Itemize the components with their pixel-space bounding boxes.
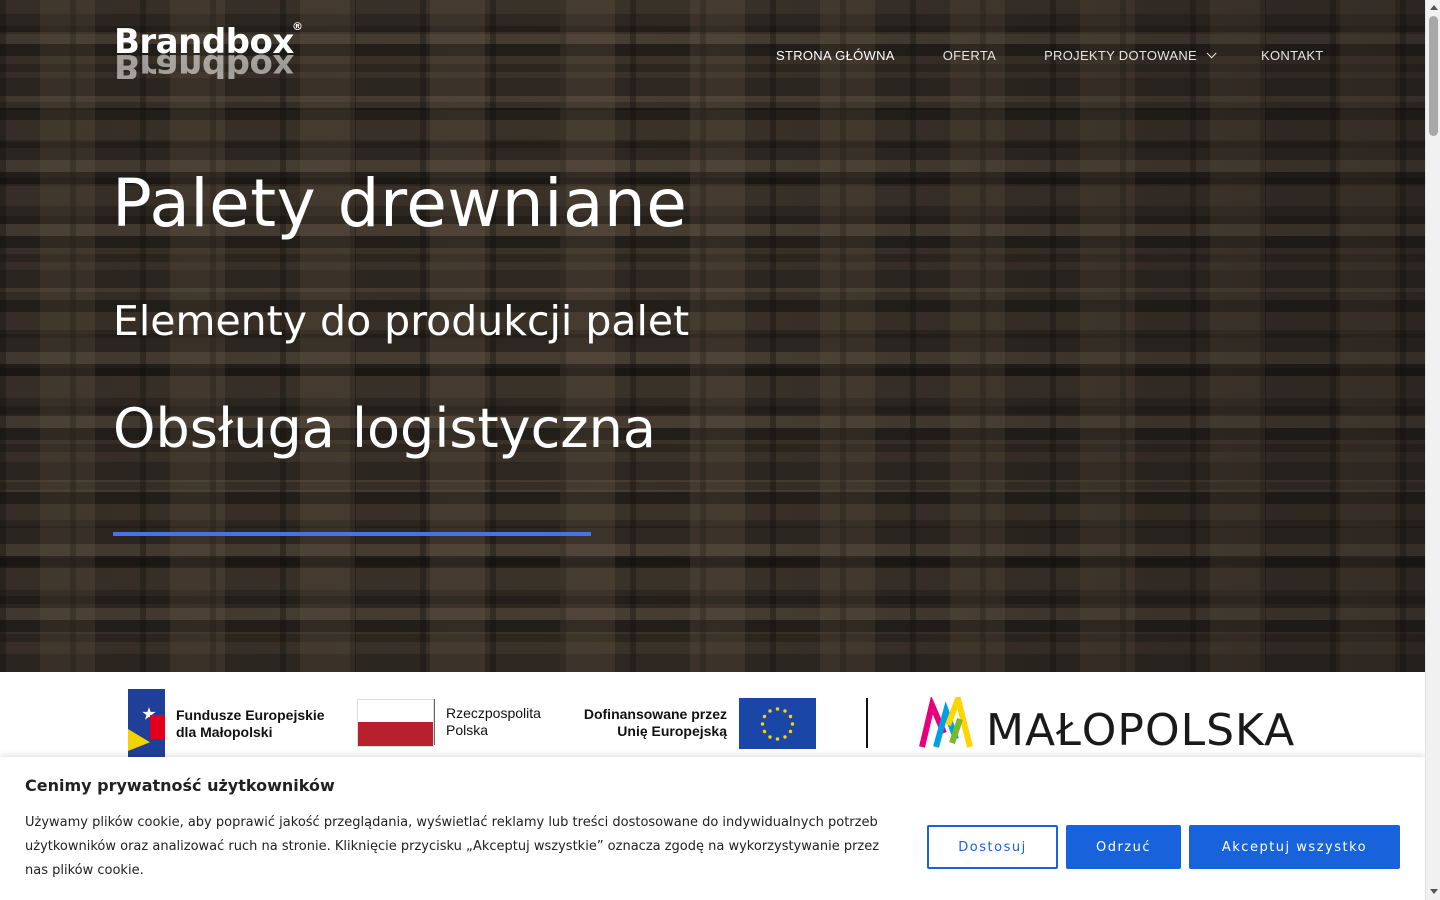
hero-subheading-2: Obsługa logistyczna [113, 397, 656, 460]
scrollbar-thumb[interactable] [1429, 16, 1438, 136]
nav-item-funded-projects[interactable]: PROJEKTY DOTOWANE [1044, 48, 1217, 63]
cookie-consent-banner: Cenimy prywatność użytkowników Używamy p… [0, 757, 1425, 900]
customize-button[interactable]: Dostosuj [927, 825, 1058, 869]
eu-funds-strip: Fundusze Europejskie dla Małopolski Rzec… [0, 672, 1425, 762]
poland-flag-icon [357, 699, 434, 747]
malopolska-m-icon [919, 697, 973, 748]
hero-heading: Palety drewniane [112, 165, 688, 242]
fe-malopolska-logo: Fundusze Europejskie dla Małopolski [128, 689, 328, 759]
nav-item-offer[interactable]: OFERTA [943, 48, 996, 63]
chevron-down-icon [1206, 47, 1217, 58]
scroll-down-arrow-icon[interactable] [1430, 889, 1438, 894]
logo-registered-mark: ® [292, 20, 303, 33]
main-nav: STRONA GŁÓWNA OFERTA PROJEKTY DOTOWANE K… [776, 46, 1324, 64]
fe-emblem-icon [128, 689, 165, 757]
site-logo[interactable]: Brandbox ® Brandbox [114, 20, 303, 79]
logo-reflection: Brandbox [114, 53, 294, 79]
hero-subheading: Elementy do produkcji palet [113, 297, 690, 345]
page-scrollbar[interactable] [1425, 0, 1440, 900]
nav-item-home[interactable]: STRONA GŁÓWNA [776, 48, 895, 63]
malopolska-logo: MAŁOPOLSKA [918, 697, 1308, 756]
hero-accent-bar [113, 532, 591, 536]
cookie-description: Używamy plików cookie, aby poprawić jako… [25, 815, 880, 878]
reject-button[interactable]: Odrzuć [1066, 825, 1181, 869]
cookie-title: Cenimy prywatność użytkowników [25, 776, 335, 795]
poland-logo: Rzeczpospolita Polska [357, 699, 552, 751]
eu-flag-icon [739, 698, 816, 749]
scroll-up-arrow-icon[interactable] [1430, 5, 1438, 10]
hero-section: Brandbox ® Brandbox STRONA GŁÓWNA OFERTA… [0, 0, 1425, 672]
eu-cofunded-logo: Dofinansowane przez Unię Europejską [580, 698, 820, 750]
nav-item-contact[interactable]: KONTAKT [1261, 48, 1324, 63]
accept-all-button[interactable]: Akceptuj wszystko [1189, 825, 1400, 869]
